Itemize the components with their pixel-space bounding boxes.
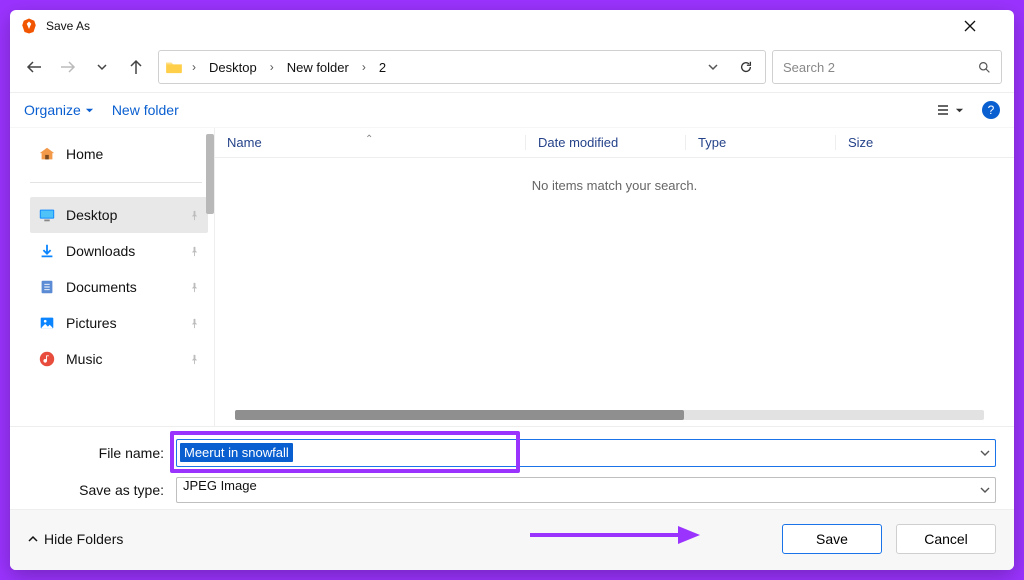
titlebar: Save As	[10, 10, 1014, 42]
recent-dropdown[interactable]	[92, 57, 112, 77]
sidebar-item-label: Home	[66, 146, 103, 162]
sidebar: Home Desktop	[10, 128, 215, 426]
column-size[interactable]: Size	[835, 135, 1014, 150]
desktop-icon	[38, 206, 56, 224]
chevron-right-icon: ›	[267, 60, 277, 74]
pin-icon	[189, 318, 200, 329]
chevron-right-icon: ›	[189, 60, 199, 74]
pin-icon	[189, 354, 200, 365]
sidebar-item-label: Documents	[66, 279, 137, 295]
search-icon	[978, 61, 991, 74]
music-icon	[38, 350, 56, 368]
sidebar-item-downloads[interactable]: Downloads	[30, 233, 208, 269]
pin-icon	[189, 246, 200, 257]
save-button[interactable]: Save	[782, 524, 882, 554]
column-type[interactable]: Type	[685, 135, 835, 150]
column-name[interactable]: Name ⌃	[215, 135, 525, 150]
breadcrumb-bar[interactable]: › Desktop › New folder › 2	[158, 50, 766, 84]
footer: Hide Folders Save Cancel	[10, 509, 1014, 570]
toolbar: Organize New folder ?	[10, 93, 1014, 128]
file-name-input[interactable]	[176, 439, 996, 467]
organize-menu[interactable]: Organize	[24, 102, 94, 118]
download-icon	[38, 242, 56, 260]
refresh-button[interactable]	[733, 60, 759, 74]
sidebar-item-home[interactable]: Home	[30, 136, 208, 172]
new-folder-button[interactable]: New folder	[112, 102, 179, 118]
document-icon	[38, 278, 56, 296]
sidebar-item-label: Music	[66, 351, 103, 367]
sidebar-item-desktop[interactable]: Desktop	[30, 197, 208, 233]
path-dropdown[interactable]	[699, 61, 727, 73]
breadcrumb-item[interactable]: Desktop	[205, 58, 261, 77]
pin-icon	[189, 210, 200, 221]
column-headers[interactable]: Name ⌃ Date modified Type Size	[215, 128, 1014, 158]
up-button[interactable]	[126, 57, 146, 77]
chevron-right-icon: ›	[359, 60, 369, 74]
sidebar-item-label: Pictures	[66, 315, 117, 331]
help-button[interactable]: ?	[982, 101, 1000, 119]
save-type-label: Save as type:	[28, 482, 170, 498]
search-input[interactable]: Search 2	[772, 50, 1002, 84]
pictures-icon	[38, 314, 56, 332]
window-title: Save As	[46, 19, 90, 33]
annotation-arrow-icon	[530, 526, 700, 544]
sort-indicator-icon: ⌃	[365, 134, 373, 145]
file-list-area: Name ⌃ Date modified Type Size No items …	[215, 128, 1014, 426]
pin-icon	[189, 282, 200, 293]
sidebar-item-pictures[interactable]: Pictures	[30, 305, 208, 341]
column-date[interactable]: Date modified	[525, 135, 685, 150]
breadcrumb-item[interactable]: New folder	[283, 58, 353, 77]
home-icon	[38, 145, 56, 163]
file-name-label: File name:	[28, 445, 170, 461]
sidebar-scrollbar[interactable]	[206, 134, 214, 214]
hide-folders-toggle[interactable]: Hide Folders	[28, 531, 123, 547]
forward-button[interactable]	[58, 57, 78, 77]
nav-row: › Desktop › New folder › 2 Search 2	[10, 42, 1014, 93]
breadcrumb-item[interactable]: 2	[375, 58, 390, 77]
empty-state-message: No items match your search.	[215, 178, 1014, 193]
sidebar-item-label: Desktop	[66, 207, 117, 223]
sidebar-item-label: Downloads	[66, 243, 135, 259]
cancel-button[interactable]: Cancel	[896, 524, 996, 554]
save-as-dialog: Save As	[10, 10, 1014, 570]
close-button[interactable]	[964, 20, 1004, 32]
sidebar-item-music[interactable]: Music	[30, 341, 208, 377]
scrollbar-thumb[interactable]	[235, 410, 684, 420]
horizontal-scrollbar[interactable]	[235, 410, 984, 420]
brave-icon	[20, 17, 38, 35]
search-placeholder: Search 2	[783, 60, 835, 75]
form-area: File name: Meerut in snowfall Save as ty…	[10, 426, 1014, 509]
save-type-select[interactable]: JPEG Image	[176, 477, 996, 503]
sidebar-item-documents[interactable]: Documents	[30, 269, 208, 305]
view-menu[interactable]	[935, 102, 964, 118]
folder-icon	[165, 60, 183, 74]
back-button[interactable]	[24, 57, 44, 77]
